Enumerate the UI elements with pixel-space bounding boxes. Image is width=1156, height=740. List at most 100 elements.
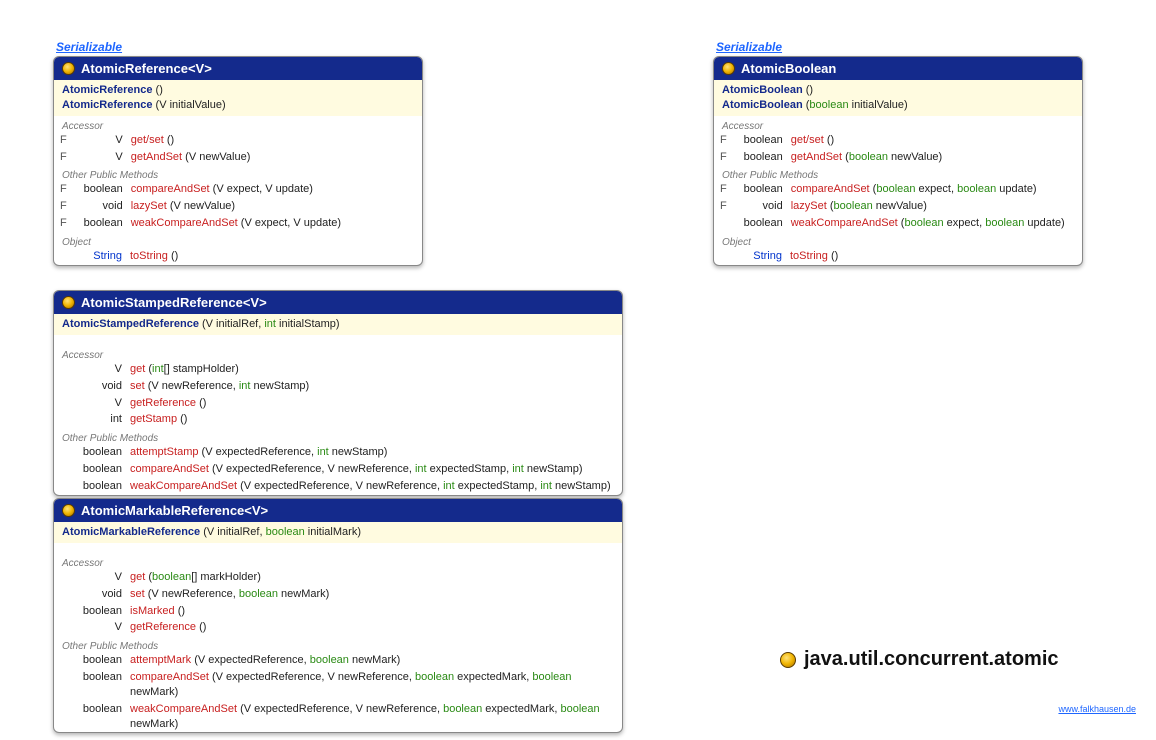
method-signature: compareAndSet (boolean expect, boolean u… [787,181,1082,198]
modifier [54,395,70,412]
method-row: voidset (V newReference, int newStamp) [54,378,622,395]
class-card-atomic-stamped-reference: AtomicStampedReference<V> AtomicStampedR… [53,290,623,496]
method-row: booleanweakCompareAndSet (V expectedRefe… [54,701,622,733]
footer-link[interactable]: www.falkhausen.de [1058,704,1136,714]
return-type: String [730,248,786,265]
method-signature: weakCompareAndSet (V expectedReference, … [126,478,622,495]
accessor-label: Accessor [714,116,1082,132]
modifier: F [714,149,731,166]
object-methods: StringtoString () [714,248,1082,265]
return-type: void [70,586,126,603]
method-row: FvoidlazySet (boolean newValue) [714,198,1082,215]
modifier: F [54,149,71,166]
modifier [54,701,70,733]
return-type: boolean [70,461,126,478]
return-type: V [70,395,126,412]
method-signature: toString () [786,248,1082,265]
return-type: V [71,149,127,166]
method-signature: weakCompareAndSet (V expectedReference, … [126,701,622,733]
modifier: F [714,181,731,198]
modifier [714,248,730,265]
class-card-atomic-markable-reference: AtomicMarkableReference<V> AtomicMarkabl… [53,498,623,733]
return-type: boolean [731,215,787,232]
return-type: boolean [70,478,126,495]
method-signature: get/set () [787,132,1082,149]
return-type: V [70,569,126,586]
method-signature: toString () [126,248,422,265]
method-row: FvoidlazySet (V newValue) [54,198,422,215]
modifier: F [714,132,731,149]
method-signature: weakCompareAndSet (boolean expect, boole… [787,215,1082,232]
method-row: booleanweakCompareAndSet (boolean expect… [714,215,1082,232]
serializable-link[interactable]: Serializable [716,40,782,54]
return-type: void [71,198,127,215]
method-row: FbooleancompareAndSet (V expect, V updat… [54,181,422,198]
other-public-methods: FbooleancompareAndSet (boolean expect, b… [714,181,1082,232]
method-row: FbooleanweakCompareAndSet (V expect, V u… [54,215,422,232]
constructor: AtomicBoolean (boolean initialValue) [722,98,1074,113]
return-type: boolean [70,701,126,733]
package-title: java.util.concurrent.atomic [780,648,1059,671]
constructor: AtomicMarkableReference (V initialRef, b… [62,525,614,540]
modifier [54,569,70,586]
return-type: V [71,132,127,149]
return-type: void [70,378,126,395]
method-row: voidset (V newReference, boolean newMark… [54,586,622,603]
class-name: AtomicReference<V> [81,61,212,76]
class-icon [722,62,735,75]
method-signature: getAndSet (boolean newValue) [787,149,1082,166]
other-public-label: Other Public Methods [714,165,1082,181]
method-signature: getAndSet (V newValue) [127,149,422,166]
return-type: String [70,248,126,265]
class-name: AtomicBoolean [741,61,836,76]
class-icon [62,296,75,309]
class-name: AtomicMarkableReference<V> [81,503,268,518]
return-type: V [70,619,126,636]
package-name: java.util.concurrent.atomic [804,648,1059,671]
modifier [54,619,70,636]
other-public-label: Other Public Methods [54,428,622,444]
accessor-label: Accessor [54,345,622,361]
method-row: booleanattemptStamp (V expectedReference… [54,444,622,461]
return-type: boolean [70,444,126,461]
method-row: FbooleancompareAndSet (boolean expect, b… [714,181,1082,198]
serializable-link[interactable]: Serializable [56,40,122,54]
return-type: void [731,198,787,215]
return-type: boolean [71,181,127,198]
method-row: Fbooleanget/set () [714,132,1082,149]
method-row: intgetStamp () [54,411,622,428]
accessor-methods: Vget (boolean[] markHolder)voidset (V ne… [54,569,622,636]
method-row: StringtoString () [54,248,422,265]
method-signature: isMarked () [126,603,622,620]
method-row: booleanweakCompareAndSet (V expectedRefe… [54,478,622,495]
other-public-methods: booleanattemptStamp (V expectedReference… [54,444,622,495]
class-card-atomic-boolean: AtomicBoolean AtomicBoolean ()AtomicBool… [713,56,1083,266]
constructors-block: AtomicMarkableReference (V initialRef, b… [54,522,622,543]
accessor-label: Accessor [54,553,622,569]
class-header: AtomicReference<V> [54,57,422,80]
method-signature: set (V newReference, boolean newMark) [126,586,622,603]
modifier: F [54,132,71,149]
class-header: AtomicMarkableReference<V> [54,499,622,522]
method-signature: compareAndSet (V expect, V update) [127,181,422,198]
class-body: AtomicStampedReference (V initialRef, in… [54,314,622,495]
method-signature: lazySet (boolean newValue) [787,198,1082,215]
method-row: VgetReference () [54,619,622,636]
modifier [54,378,70,395]
modifier [54,461,70,478]
method-row: Vget (boolean[] markHolder) [54,569,622,586]
method-signature: weakCompareAndSet (V expect, V update) [127,215,422,232]
method-row: FbooleangetAndSet (boolean newValue) [714,149,1082,166]
method-row: booleancompareAndSet (V expectedReferenc… [54,669,622,701]
object-label: Object [714,232,1082,248]
method-row: booleanattemptMark (V expectedReference,… [54,652,622,669]
package-icon [780,652,796,668]
accessor-label: Accessor [54,116,422,132]
constructor: AtomicReference () [62,83,414,98]
class-header: AtomicBoolean [714,57,1082,80]
other-public-methods: FbooleancompareAndSet (V expect, V updat… [54,181,422,232]
return-type: boolean [70,652,126,669]
class-header: AtomicStampedReference<V> [54,291,622,314]
class-icon [62,504,75,517]
class-card-atomic-reference: AtomicReference<V> AtomicReference ()Ato… [53,56,423,266]
